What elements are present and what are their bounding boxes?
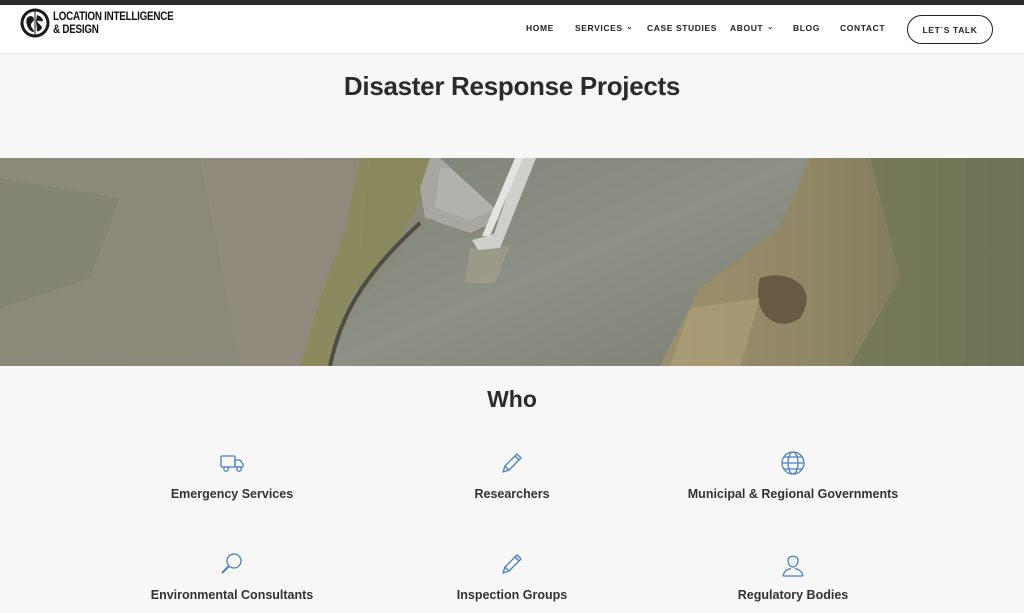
pencil-icon (502, 453, 522, 473)
pencil-icon (502, 554, 522, 574)
nav-contact-label: CONTACT (840, 23, 886, 33)
nav-blog[interactable]: BLOG (793, 23, 820, 33)
nav-contact[interactable]: CONTACT (840, 23, 885, 33)
nav-home[interactable]: HOME (526, 23, 554, 33)
who-item-label: Regulatory Bodies (737, 588, 849, 602)
nav-case-studies-label: CASE STUDIES (647, 23, 718, 33)
who-item-emergency-services: Emergency Services (72, 449, 392, 501)
user-icon (782, 555, 804, 577)
magnifier-icon (221, 553, 242, 574)
hero-image-graphic (0, 158, 1024, 366)
chevron-down-icon: ⌄ (767, 24, 774, 31)
who-item-regulatory-bodies: Regulatory Bodies (633, 550, 953, 602)
page-title: Disaster Response Projects (343, 71, 681, 101)
who-item-label: Municipal & Regional Governments (687, 487, 899, 501)
main-nav: HOME SERVICES ⌄ CASE STUDIES ABOUT ⌄ BLO… (0, 5, 1024, 53)
site-header: LOCATION INTELLIGENCE & DESIGN HOME SERV… (0, 5, 1024, 53)
who-item-label: Environmental Consultants (150, 588, 314, 602)
who-item-environmental-consultants: Environmental Consultants (72, 550, 392, 602)
nav-home-label: HOME (526, 23, 554, 33)
nav-case-studies[interactable]: CASE STUDIES (647, 23, 717, 33)
chevron-down-icon: ⌄ (626, 24, 634, 31)
who-section-title: Who (487, 386, 537, 412)
truck-icon (220, 455, 244, 472)
lets-talk-button[interactable]: LET`S TALK (907, 15, 993, 44)
nav-about[interactable]: ABOUT ⌄ (730, 23, 774, 33)
who-item-label: Inspection Groups (456, 588, 568, 602)
who-item-governments: Municipal & Regional Governments (633, 449, 953, 501)
nav-services[interactable]: SERVICES ⌄ (575, 23, 633, 33)
nav-about-label: ABOUT (730, 23, 764, 33)
globe-icon (781, 451, 805, 475)
nav-blog-label: BLOG (793, 23, 820, 33)
nav-services-label: SERVICES (575, 23, 623, 33)
who-item-inspection-groups: Inspection Groups (352, 550, 672, 602)
hero-aerial-river-image (0, 158, 1024, 366)
who-item-label: Emergency Services (170, 487, 294, 501)
who-item-label: Researchers (474, 487, 550, 501)
who-item-researchers: Researchers (352, 449, 672, 501)
